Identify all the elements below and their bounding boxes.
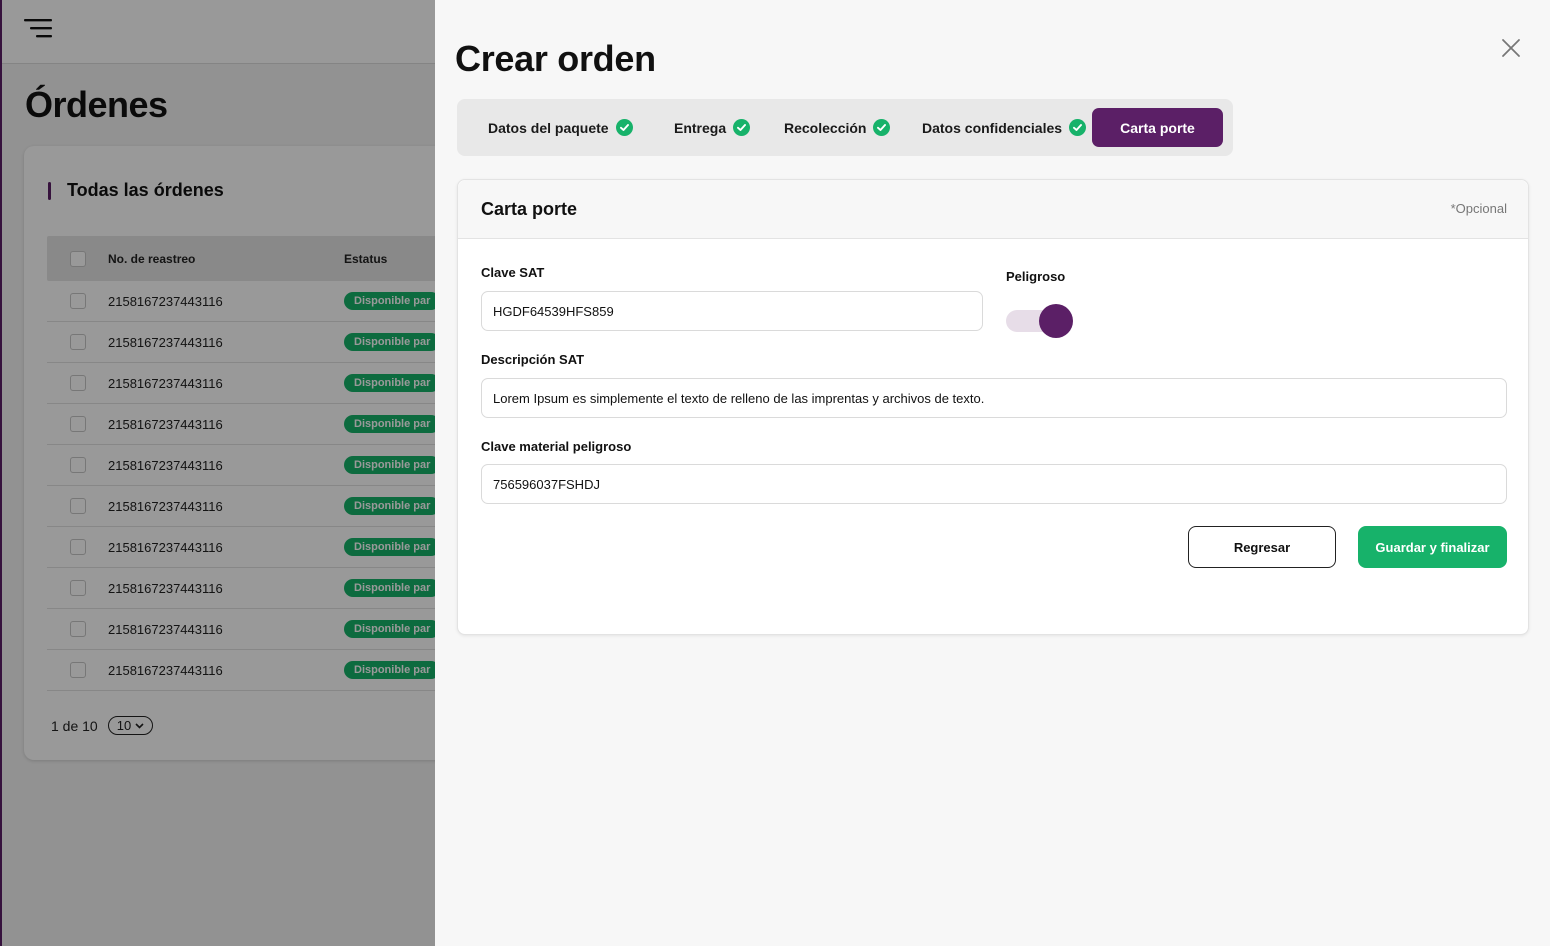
step-carta-porte[interactable]: Carta porte	[1092, 108, 1223, 147]
check-circle-icon	[615, 119, 633, 136]
modal-backdrop[interactable]	[0, 0, 435, 946]
descripcion-sat-label: Descripción SAT	[481, 352, 585, 367]
peligroso-label: Peligroso	[1006, 269, 1066, 284]
create-order-drawer: Crear orden Datos del paquete Entrega Re…	[435, 0, 1550, 946]
drawer-title: Crear orden	[455, 38, 656, 79]
toggle-knob	[1039, 304, 1073, 338]
clave-sat-input[interactable]	[481, 291, 983, 331]
clave-material-label: Clave material peligroso	[481, 439, 632, 454]
peligroso-toggle[interactable]	[1006, 304, 1074, 338]
form-title: Carta porte	[481, 199, 578, 219]
check-circle-icon	[733, 119, 751, 136]
clave-material-input[interactable]	[481, 464, 1507, 504]
step-label: Datos confidenciales	[922, 119, 1063, 136]
descripcion-sat-input[interactable]	[481, 378, 1507, 418]
step-recoleccion[interactable]: Recolección	[784, 108, 891, 147]
optional-note: *Opcional	[1450, 201, 1507, 216]
step-datos-confidenciales[interactable]: Datos confidenciales	[922, 108, 1087, 147]
step-label: Recolección	[784, 119, 867, 136]
step-label: Entrega	[674, 119, 727, 136]
check-circle-icon	[1069, 119, 1087, 136]
step-datos-del-paquete[interactable]: Datos del paquete	[488, 108, 633, 147]
carta-porte-form: Carta porte *Opcional Clave SAT Peligros…	[457, 179, 1529, 635]
form-header: Carta porte *Opcional	[458, 180, 1528, 239]
step-label: Datos del paquete	[488, 119, 609, 136]
step-label: Carta porte	[1120, 119, 1195, 136]
clave-sat-label: Clave SAT	[481, 265, 545, 280]
save-and-finish-button[interactable]: Guardar y finalizar	[1358, 526, 1507, 568]
step-entrega[interactable]: Entrega	[674, 108, 751, 147]
back-button[interactable]: Regresar	[1188, 526, 1336, 568]
close-icon[interactable]	[1500, 37, 1522, 59]
check-circle-icon	[873, 119, 891, 136]
stepper: Datos del paquete Entrega Recolección Da…	[457, 99, 1233, 156]
